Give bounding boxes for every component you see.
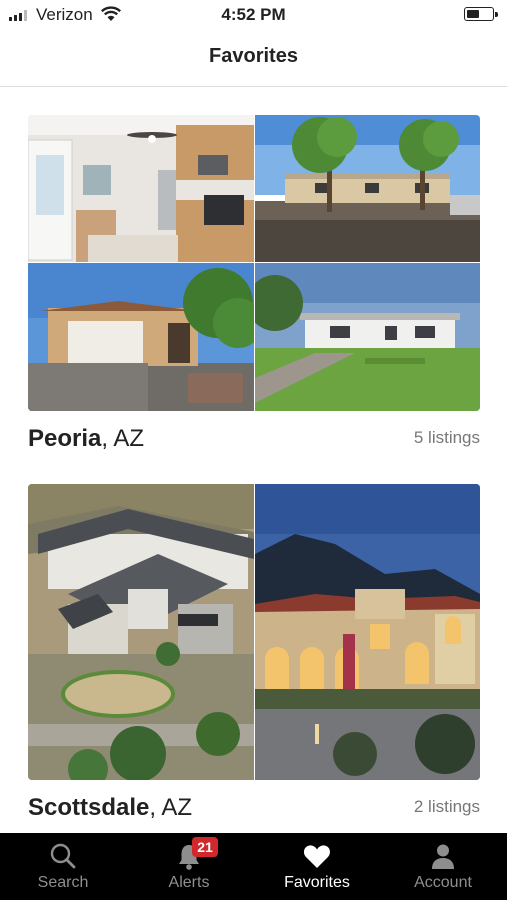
city-name: Peoria, AZ [28,425,145,452]
tab-account[interactable]: Account [380,833,506,900]
status-bar: Verizon 4:52 PM [0,0,507,30]
tab-favorites[interactable]: Favorites [254,833,380,900]
page-title: Favorites [209,45,298,67]
favorite-card-scottsdale[interactable]: Scottsdale, AZ 2 listings [28,484,480,836]
tab-alerts[interactable]: 21 Alerts [126,833,252,900]
favorite-card-peoria[interactable]: Peoria, AZ 5 listings [28,115,480,467]
heart-icon [303,845,331,868]
listing-photo-garage[interactable] [28,263,254,411]
search-icon [50,843,76,869]
card-footer: Peoria, AZ 5 listings [28,411,480,467]
listing-count: 5 listings [413,428,480,447]
tab-label: Search [37,874,89,891]
listing-photo-dusk-mansion[interactable] [255,484,480,780]
listing-photo-kitchen[interactable] [28,115,254,262]
photo-grid[interactable] [28,484,480,780]
tab-label: Favorites [284,874,350,891]
tab-label: Alerts [168,874,210,891]
tab-bar: Search 21 Alerts Favorites Account [0,833,507,900]
alerts-badge: 21 [192,837,218,857]
listing-count: 2 listings [413,797,480,816]
tab-label: Account [414,874,472,891]
battery-icon [464,7,498,21]
tab-search[interactable]: Search [0,833,126,900]
listing-photo-aerial[interactable] [28,484,254,780]
status-time: 4:52 PM [221,5,286,24]
city-name: Scottsdale, AZ [28,794,193,821]
person-icon [432,844,454,869]
listing-photo-lawn[interactable] [255,263,480,411]
nav-header: Favorites [0,30,507,87]
photo-grid[interactable] [28,115,480,411]
listing-photo-front-yard[interactable] [255,115,480,262]
card-footer: Scottsdale, AZ 2 listings [28,780,480,836]
